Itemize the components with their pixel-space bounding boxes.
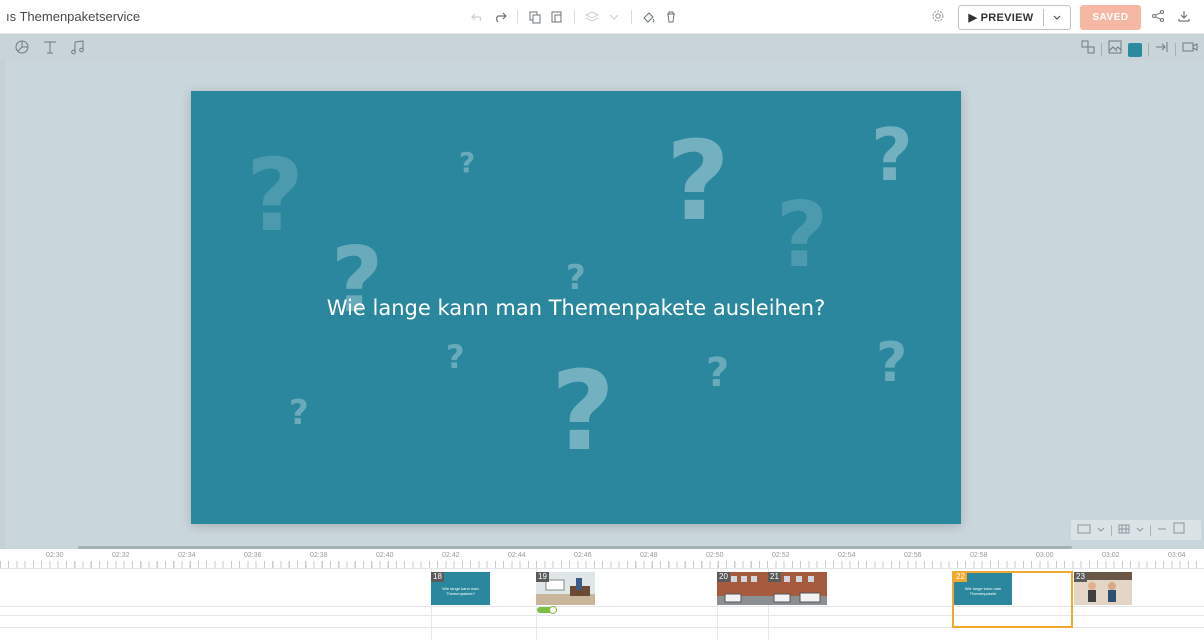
- arrange-icon[interactable]: [1081, 40, 1095, 59]
- question-mark-decoration: ?: [551, 347, 615, 475]
- redo-icon[interactable]: [489, 8, 511, 26]
- question-mark-decoration: ?: [566, 258, 586, 298]
- toolbar-divider: [1101, 43, 1102, 56]
- top-bar: ıs Themenpaketservice ▶ PREVIEW SAVED: [0, 0, 1204, 34]
- gear-icon[interactable]: [931, 9, 945, 28]
- paint-icon[interactable]: [638, 8, 660, 26]
- ruler-label: 02:46: [574, 552, 592, 559]
- toolbar-divider: [631, 10, 632, 24]
- ruler-label: 03:02: [1102, 552, 1120, 559]
- transition-icon[interactable]: [1155, 40, 1169, 59]
- layers-icon[interactable]: [581, 8, 603, 26]
- toolbar-divider: [1111, 524, 1112, 536]
- paste-icon[interactable]: [546, 8, 568, 26]
- share-icon[interactable]: [1151, 9, 1165, 28]
- chevron-down-icon[interactable]: [1097, 521, 1105, 539]
- slide-question-text[interactable]: Wie lange kann man Themenpakete ausleihe…: [191, 296, 961, 320]
- ruler-label: 02:44: [508, 552, 526, 559]
- chevron-down-icon[interactable]: [603, 8, 625, 26]
- question-mark-decoration: ?: [706, 350, 730, 396]
- question-mark-decoration: ?: [289, 393, 309, 433]
- toolbar-divider: [517, 10, 518, 24]
- question-mark-decoration: ?: [246, 137, 305, 254]
- chart-icon[interactable]: [14, 39, 30, 60]
- undo-icon[interactable]: [467, 8, 489, 26]
- insert-toolbar: [0, 35, 1204, 61]
- timeline-ruler[interactable]: 02:30 02:32 02:34 02:36 02:38 02:40 02:4…: [0, 549, 1204, 569]
- ruler-label: 02:54: [838, 552, 856, 559]
- scene-number: 21: [768, 572, 781, 582]
- trash-icon[interactable]: [660, 8, 682, 26]
- toolbar-divider: [574, 10, 575, 24]
- toolbar-divider: [1148, 43, 1149, 56]
- question-mark-decoration: ?: [459, 146, 476, 179]
- grid-icon[interactable]: [1118, 521, 1130, 539]
- scene-thumbnail[interactable]: 18 Wie lange kann man Themenpakete?: [431, 572, 490, 605]
- slide-canvas[interactable]: ? ? ? ? ? ? ? ? ? ? ? ? Wie lange kann m…: [191, 91, 961, 524]
- camera-icon[interactable]: [1182, 40, 1198, 59]
- ruler-label: 02:36: [244, 552, 262, 559]
- ruler-label: 02:40: [376, 552, 394, 559]
- ruler-label: 02:50: [706, 552, 724, 559]
- chevron-down-icon[interactable]: [1136, 521, 1144, 539]
- question-mark-decoration: ?: [446, 338, 465, 376]
- scene-thumbnail[interactable]: 23: [1074, 572, 1132, 605]
- toolbar-divider: [1150, 524, 1151, 536]
- scene-caption: Wie lange kann man Themenpakete?: [442, 586, 479, 596]
- selected-scene-outline: [952, 571, 1073, 628]
- scene-number: 20: [717, 572, 730, 582]
- question-mark-decoration: ?: [776, 183, 829, 288]
- zoom-out-icon[interactable]: [1157, 521, 1167, 539]
- scene-thumbnail[interactable]: 20: [717, 572, 768, 605]
- screen-size-icon[interactable]: [1077, 521, 1091, 539]
- ruler-label: 02:52: [772, 552, 790, 559]
- background-color-swatch[interactable]: [1128, 42, 1142, 57]
- question-mark-decoration: ?: [871, 113, 913, 197]
- ruler-label: 02:32: [112, 552, 130, 559]
- preview-label[interactable]: ▶ PREVIEW: [959, 11, 1043, 24]
- question-mark-decoration: ?: [876, 331, 908, 394]
- edit-toolbar: [467, 8, 682, 26]
- view-controls: [1071, 520, 1201, 540]
- ruler-ticks: [0, 561, 1204, 568]
- music-icon[interactable]: [70, 39, 86, 60]
- download-icon[interactable]: [1177, 9, 1191, 28]
- fit-screen-icon[interactable]: [1173, 521, 1185, 539]
- ruler-label: 02:38: [310, 552, 328, 559]
- background-image-icon[interactable]: [1108, 40, 1122, 59]
- scene-number: 18: [431, 572, 444, 582]
- ruler-label: 02:56: [904, 552, 922, 559]
- scene-thumbnail[interactable]: 21: [768, 572, 827, 605]
- scene-number: 19: [536, 572, 549, 582]
- preview-dropdown-icon[interactable]: [1044, 13, 1070, 23]
- ruler-label: 02:42: [442, 552, 460, 559]
- copy-icon[interactable]: [524, 8, 546, 26]
- scene-thumbnail[interactable]: 19: [536, 572, 595, 605]
- ruler-label: 03:04: [1168, 552, 1186, 559]
- saved-button[interactable]: SAVED: [1080, 5, 1141, 30]
- ruler-label: 02:58: [970, 552, 988, 559]
- transition-handle[interactable]: [549, 606, 557, 614]
- toolbar-divider: [1175, 43, 1176, 56]
- timeline: 02:30 02:32 02:34 02:36 02:38 02:40 02:4…: [0, 549, 1204, 640]
- ruler-label: 02:34: [178, 552, 196, 559]
- question-mark-decoration: ?: [666, 117, 730, 245]
- ruler-label: 02:30: [46, 552, 64, 559]
- ruler-label: 03:00: [1036, 552, 1054, 559]
- ruler-label: 02:48: [640, 552, 658, 559]
- scene-number: 23: [1074, 572, 1087, 582]
- text-icon[interactable]: [42, 39, 58, 60]
- preview-button[interactable]: ▶ PREVIEW: [958, 5, 1071, 30]
- project-title[interactable]: ıs Themenpaketservice: [6, 9, 140, 24]
